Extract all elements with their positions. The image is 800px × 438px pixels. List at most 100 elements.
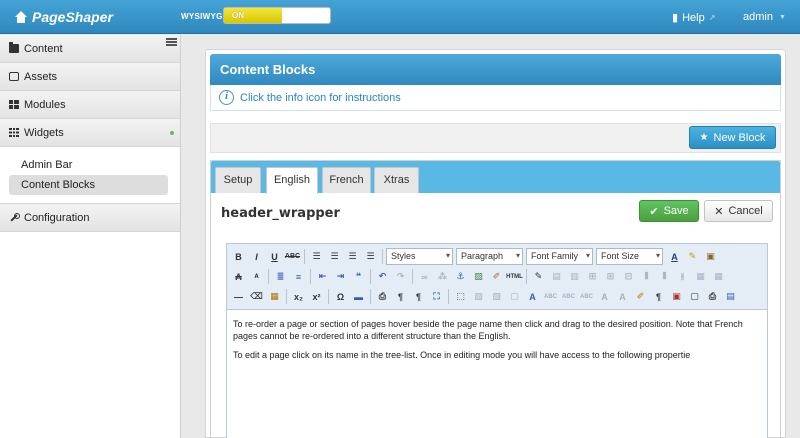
merge-cells-icon[interactable]: ▦ xyxy=(710,268,727,285)
bullet-list-icon[interactable]: ≣ xyxy=(272,268,289,285)
cancel-button[interactable]: ✕ Cancel xyxy=(704,200,773,222)
grid-icon xyxy=(9,128,19,137)
new-block-button[interactable]: ★ New Block xyxy=(689,126,776,149)
cleanup-icon[interactable]: ✐ xyxy=(488,268,505,285)
tab-french[interactable]: French xyxy=(322,167,371,193)
abbr-icon[interactable]: ABC xyxy=(560,288,577,305)
underline-icon[interactable]: U xyxy=(266,248,283,265)
insert-row-before-icon[interactable]: ⊞ xyxy=(584,268,601,285)
table-row-props-icon[interactable]: ▤ xyxy=(548,268,565,285)
table-cell-props-icon[interactable]: ▥ xyxy=(566,268,583,285)
cite-icon[interactable]: ABC xyxy=(542,288,559,305)
logo-text: PageShaper xyxy=(32,9,113,25)
replace-icon[interactable]: ᴬ xyxy=(248,268,265,285)
align-center-icon[interactable]: ☰ xyxy=(326,248,343,265)
template-icon[interactable]: ▣ xyxy=(668,288,685,305)
find-icon[interactable]: ₳ xyxy=(230,268,247,285)
insert-row-after-icon[interactable]: ⊞ xyxy=(602,268,619,285)
insert-col-before-icon[interactable]: ⫴ xyxy=(638,268,655,285)
ltr-icon[interactable]: ¶ xyxy=(392,288,409,305)
numbered-list-icon[interactable]: ≡ xyxy=(290,268,307,285)
chevron-down-icon: ▼ xyxy=(778,13,786,21)
html-icon[interactable]: HTML xyxy=(506,268,523,285)
del-icon[interactable]: A xyxy=(596,288,613,305)
nonbreaking-icon[interactable]: ¶ xyxy=(650,288,667,305)
editor-content[interactable]: To re-order a page or section of pages h… xyxy=(227,310,767,376)
font-size-select[interactable]: Font Size xyxy=(596,248,663,265)
external-link-icon: ↗ xyxy=(708,13,716,22)
rtl-icon[interactable]: ¶ xyxy=(410,288,427,305)
info-icon[interactable]: i xyxy=(219,90,234,105)
check-icon: ✔ xyxy=(649,205,659,218)
sidebar-item-configuration[interactable]: Configuration xyxy=(0,204,180,232)
new-block-label: New Block xyxy=(713,131,766,144)
strikethrough-icon[interactable]: ABC xyxy=(284,248,301,265)
styles-select[interactable]: Styles xyxy=(386,248,453,265)
align-justify-icon[interactable]: ☰ xyxy=(362,248,379,265)
delete-row-icon[interactable]: ⊟ xyxy=(620,268,637,285)
subnav-item-admin-bar[interactable]: Admin Bar xyxy=(9,155,168,175)
insert-col-after-icon[interactable]: ⫴ xyxy=(656,268,673,285)
insert-layer-icon[interactable]: ⬚ xyxy=(452,288,469,305)
save-button[interactable]: ✔ Save xyxy=(639,200,699,222)
unlink-icon[interactable]: ⁂ xyxy=(434,268,451,285)
align-right-icon[interactable]: ☰ xyxy=(344,248,361,265)
text-color-icon[interactable]: A xyxy=(666,248,683,265)
sidebar-item-modules[interactable]: Modules xyxy=(0,91,180,119)
indent-icon[interactable]: ⇥ xyxy=(332,268,349,285)
preview-icon[interactable]: ▤ xyxy=(722,288,739,305)
sidebar-item-assets[interactable]: Assets xyxy=(0,63,180,91)
image-icon[interactable]: ▨ xyxy=(470,268,487,285)
toolbar-separator xyxy=(370,289,371,304)
horizontal-rule-icon[interactable]: — xyxy=(230,288,247,305)
wysiwyg-toggle[interactable]: ON xyxy=(223,7,331,24)
table-icon[interactable]: ▦ xyxy=(266,288,283,305)
align-left-icon[interactable]: ☰ xyxy=(308,248,325,265)
bold-icon[interactable]: B xyxy=(230,248,247,265)
sidebar-item-widgets[interactable]: Widgets xyxy=(0,119,180,147)
wysiwyg-toggle-on: ON xyxy=(224,8,282,23)
special-char-icon[interactable]: Ω xyxy=(332,288,349,305)
blockquote-icon[interactable]: ❝ xyxy=(350,268,367,285)
collapse-sidebar-icon[interactable] xyxy=(166,38,177,46)
superscript-icon[interactable]: x² xyxy=(308,288,325,305)
font-family-select[interactable]: Font Family xyxy=(526,248,593,265)
link-icon[interactable]: ∞ xyxy=(416,268,433,285)
attribs-icon[interactable]: ✐ xyxy=(632,288,649,305)
toolbar-row-1: B I U ABC ☰ ☰ ☰ ☰ Styles Paragraph Font … xyxy=(230,247,764,266)
acronym-icon[interactable]: ABC xyxy=(578,288,595,305)
anchor-icon[interactable]: ⚓ xyxy=(452,268,469,285)
highlight-color-icon[interactable]: ✎ xyxy=(684,248,701,265)
ins-icon[interactable]: A xyxy=(614,288,631,305)
tab-english[interactable]: English xyxy=(266,167,318,194)
user-menu[interactable]: admin ▼ xyxy=(743,11,786,23)
split-cells-icon[interactable]: ▦ xyxy=(692,268,709,285)
tab-setup[interactable]: Setup xyxy=(215,167,261,193)
edit-css-icon[interactable]: ✎ xyxy=(530,268,547,285)
help-link[interactable]: ▮ Help ↗ xyxy=(672,11,716,25)
absolute-icon[interactable]: ▢ xyxy=(506,288,523,305)
app-logo[interactable]: PageShaper xyxy=(14,9,113,25)
style-props-icon[interactable]: A xyxy=(524,288,541,305)
redo-icon[interactable]: ↷ xyxy=(392,268,409,285)
move-forward-icon[interactable]: ▧ xyxy=(470,288,487,305)
tab-xtras[interactable]: Xtras xyxy=(374,167,419,193)
fullscreen-icon[interactable]: ⛶ xyxy=(428,288,445,305)
remove-format-icon[interactable]: ⌫ xyxy=(248,288,265,305)
pagebreak-icon[interactable]: ▢ xyxy=(686,288,703,305)
media-icon[interactable]: ▣ xyxy=(702,248,719,265)
print-icon[interactable]: ⎙ xyxy=(374,288,391,305)
delete-col-icon[interactable]: ⫲ xyxy=(674,268,691,285)
printer-icon[interactable]: ⎙ xyxy=(704,288,721,305)
sidebar: Content Assets Modules Widgets Admin Bar… xyxy=(0,35,181,438)
widgets-submenu: Admin Bar Content Blocks xyxy=(0,147,180,204)
format-select[interactable]: Paragraph xyxy=(456,248,523,265)
move-backward-icon[interactable]: ▧ xyxy=(488,288,505,305)
undo-icon[interactable]: ↶ xyxy=(374,268,391,285)
italic-icon[interactable]: I xyxy=(248,248,265,265)
subscript-icon[interactable]: x₂ xyxy=(290,288,307,305)
outdent-icon[interactable]: ⇤ xyxy=(314,268,331,285)
sidebar-item-content[interactable]: Content xyxy=(0,35,180,63)
visual-aid-icon[interactable]: ▬ xyxy=(350,288,367,305)
subnav-item-content-blocks[interactable]: Content Blocks xyxy=(9,175,168,195)
